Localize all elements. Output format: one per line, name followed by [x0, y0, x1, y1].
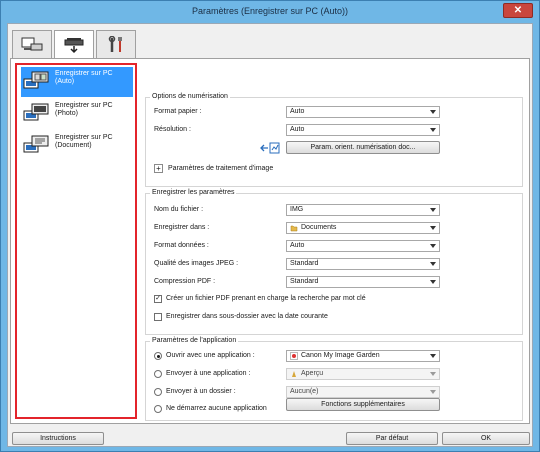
pdf-compression-select[interactable]: Standard: [286, 276, 440, 288]
chevron-down-icon: [430, 280, 436, 284]
chevron-down-icon: [430, 262, 436, 266]
jpeg-quality-value: Standard: [290, 260, 319, 267]
tab-general-settings[interactable]: [96, 30, 136, 58]
no-app-label: Ne démarrez aucune application: [166, 405, 267, 412]
subfolder-date-checkbox[interactable]: [154, 313, 162, 321]
data-format-label: Format données :: [154, 242, 209, 249]
jpeg-quality-label: Qualité des images JPEG :: [154, 260, 239, 267]
chevron-down-icon: [430, 244, 436, 248]
dialog-client-area: Enregistrer sur PC (Auto) Enregistrer su…: [7, 23, 533, 447]
no-app-radio[interactable]: [154, 405, 162, 413]
sidebar-item-save-pc-document[interactable]: Enregistrer sur PC (Document): [21, 131, 133, 161]
open-app-value: Canon My Image Garden: [301, 352, 380, 359]
orientation-icon: [260, 142, 280, 154]
send-folder-value: Aucun(e): [290, 388, 319, 395]
tab-scan-from-panel[interactable]: [54, 30, 94, 60]
settings-panel: Enregistrer sur PC (Auto) Enregistrer su…: [10, 58, 530, 424]
searchable-pdf-label: Créer un fichier PDF prenant en charge l…: [166, 295, 366, 302]
send-app-label: Envoyer à une application :: [166, 370, 251, 377]
photo-scan-icon: [23, 103, 49, 121]
save-settings-title: Enregistrer les paramètres: [150, 189, 237, 196]
paper-size-select[interactable]: Auto: [286, 106, 440, 118]
settings-window: Paramètres (Enregistrer sur PC (Auto)) ✕: [0, 0, 540, 452]
send-folder-radio[interactable]: [154, 388, 162, 396]
scanner-computer-icon: [21, 37, 43, 50]
send-app-select[interactable]: Aperçu: [286, 368, 440, 380]
sidebar-item-label: Enregistrer sur PC (Auto): [55, 70, 113, 85]
chevron-down-icon: [430, 226, 436, 230]
scan-mode-list: Enregistrer sur PC (Auto) Enregistrer su…: [15, 63, 137, 419]
save-in-label: Enregistrer dans :: [154, 224, 210, 231]
chevron-down-icon: [430, 208, 436, 212]
window-title: Paramètres (Enregistrer sur PC (Auto)): [191, 6, 349, 16]
folder-icon: [290, 225, 298, 232]
send-app-value: Aperçu: [301, 370, 324, 377]
save-settings-group: Enregistrer les paramètres Nom du fichie…: [145, 189, 523, 335]
data-format-select[interactable]: Auto: [286, 240, 440, 252]
subfolder-date-label: Enregistrer dans sous-dossier avec la da…: [166, 313, 328, 320]
tab-strip: [12, 30, 138, 60]
open-app-radio[interactable]: [154, 352, 162, 360]
scan-options-title: Options de numérisation: [150, 93, 230, 100]
send-app-radio[interactable]: [154, 370, 162, 378]
auto-scan-icon: [23, 71, 49, 89]
resolution-label: Résolution :: [154, 126, 191, 133]
image-processing-label: Paramètres de traitement d'image: [168, 165, 274, 172]
instructions-button[interactable]: Instructions: [12, 432, 104, 445]
sidebar-item-label: Enregistrer sur PC (Document): [55, 134, 113, 149]
data-format-value: Auto: [290, 242, 305, 249]
preview-app-icon: [292, 371, 296, 377]
scan-options-group: Options de numérisation Format papier : …: [145, 93, 523, 187]
chevron-down-icon: [430, 372, 436, 376]
filename-label: Nom du fichier :: [154, 206, 204, 213]
ok-button[interactable]: OK: [442, 432, 530, 445]
jpeg-quality-select[interactable]: Standard: [286, 258, 440, 270]
sidebar-item-save-pc-photo[interactable]: Enregistrer sur PC (Photo): [21, 99, 133, 129]
more-functions-button[interactable]: Fonctions supplémentaires: [286, 398, 440, 411]
resolution-value: Auto: [290, 126, 305, 133]
tab-scan-from-computer[interactable]: [12, 30, 52, 58]
close-button[interactable]: ✕: [503, 3, 533, 18]
chevron-down-icon: [430, 110, 436, 114]
scanner-save-icon: [64, 37, 84, 53]
paper-size-value: Auto: [290, 108, 305, 115]
send-folder-label: Envoyer à un dossier :: [166, 388, 236, 395]
chevron-down-icon: [430, 390, 436, 394]
filename-value: IMG: [290, 206, 304, 213]
defaults-button[interactable]: Par défaut: [346, 432, 438, 445]
send-folder-select[interactable]: Aucun(e): [286, 386, 440, 398]
pdf-compression-label: Compression PDF :: [154, 278, 216, 285]
expand-image-processing-button[interactable]: +: [154, 164, 163, 173]
filename-select[interactable]: IMG: [286, 204, 440, 216]
pdf-compression-value: Standard: [290, 278, 319, 285]
tools-icon: [108, 35, 122, 52]
title-bar: Paramètres (Enregistrer sur PC (Auto)) ✕: [1, 1, 539, 23]
application-settings-title: Paramètres de l'application: [150, 337, 239, 344]
open-app-label: Ouvrir avec une application :: [166, 352, 255, 359]
sidebar-item-label: Enregistrer sur PC (Photo): [55, 102, 113, 117]
orientation-settings-button[interactable]: Param. orient. numérisation doc...: [286, 141, 440, 154]
app-garden-icon: [290, 352, 298, 360]
sidebar-item-save-pc-auto[interactable]: Enregistrer sur PC (Auto): [21, 67, 133, 97]
chevron-down-icon: [430, 354, 436, 358]
save-in-select[interactable]: Documents: [286, 222, 440, 234]
resolution-select[interactable]: Auto: [286, 124, 440, 136]
paper-size-label: Format papier :: [154, 108, 202, 115]
chevron-down-icon: [430, 128, 436, 132]
searchable-pdf-checkbox[interactable]: ✓: [154, 295, 162, 303]
document-scan-icon: [23, 135, 49, 153]
open-app-select[interactable]: Canon My Image Garden: [286, 350, 440, 362]
save-in-value: Documents: [301, 224, 337, 231]
